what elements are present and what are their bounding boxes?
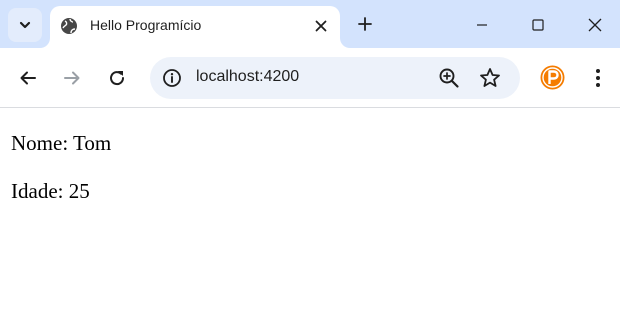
close-icon xyxy=(588,18,602,32)
arrow-right-icon xyxy=(64,71,80,85)
plus-icon xyxy=(358,17,372,31)
star-icon[interactable] xyxy=(478,66,502,90)
maximize-button[interactable] xyxy=(523,10,553,40)
new-tab-button[interactable] xyxy=(353,12,377,36)
maximize-icon xyxy=(532,19,544,31)
info-icon[interactable] xyxy=(162,68,182,88)
close-icon xyxy=(315,20,327,32)
minimize-icon xyxy=(477,24,487,26)
forward-button[interactable] xyxy=(58,64,86,92)
reload-button[interactable] xyxy=(103,64,131,92)
kebab-menu-icon xyxy=(596,69,600,87)
browser-menu-button[interactable] xyxy=(588,66,608,90)
url-text[interactable]: localhost:4200 xyxy=(196,68,299,86)
minimize-button[interactable] xyxy=(467,10,497,40)
back-button[interactable] xyxy=(14,64,42,92)
tab-strip: Hello Programício xyxy=(0,0,620,48)
close-tab-button[interactable] xyxy=(310,15,332,37)
active-tab[interactable]: Hello Programício xyxy=(50,6,340,48)
name-text: Nome: Tom xyxy=(11,131,112,155)
tab-title: Hello Programício xyxy=(90,17,202,33)
page-content: Nome: Tom Idade: 25 xyxy=(0,109,620,315)
address-bar[interactable]: localhost:4200 xyxy=(150,57,520,99)
age-text: Idade: 25 xyxy=(11,179,90,203)
tab-search-button[interactable] xyxy=(8,8,42,42)
globe-icon xyxy=(61,18,77,34)
zoom-in-icon[interactable] xyxy=(438,67,460,89)
extension-icon[interactable] xyxy=(540,65,565,90)
chevron-down-icon xyxy=(19,21,31,29)
arrow-left-icon xyxy=(20,71,36,85)
browser-toolbar: localhost:4200 xyxy=(0,48,620,108)
reload-icon xyxy=(110,71,125,86)
close-window-button[interactable] xyxy=(580,10,610,40)
